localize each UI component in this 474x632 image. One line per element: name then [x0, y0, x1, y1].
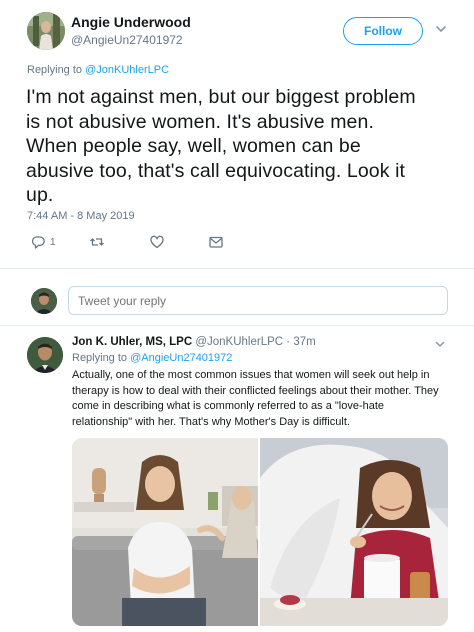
- replying-mention-link[interactable]: @JonKUhlerLPC: [85, 64, 169, 76]
- tweet-text-line: abusive too, that's call equivocating. L…: [26, 159, 406, 182]
- reply-composer: [0, 277, 474, 323]
- like-button[interactable]: [149, 234, 165, 252]
- avatar[interactable]: [27, 12, 65, 50]
- tweet-text-line: relationship" with her. That's why Mothe…: [72, 415, 350, 428]
- avatar-photo: [31, 288, 57, 314]
- author-handle[interactable]: @AngieUn27401972: [71, 33, 183, 47]
- tweet-text-line: When people say, well, women can be: [26, 135, 361, 157]
- replying-to: Replying to @JonKUhlerLPC: [27, 64, 169, 76]
- tweet-text: Actually, one of the most common issues …: [72, 368, 454, 430]
- follow-button[interactable]: Follow: [343, 17, 423, 45]
- tweet-text-line: up.: [26, 184, 54, 206]
- retweet-button[interactable]: [89, 234, 105, 252]
- like-icon: [150, 235, 164, 249]
- message-button[interactable]: [208, 234, 224, 252]
- media-photo-right[interactable]: [260, 438, 448, 626]
- divider: [0, 268, 474, 269]
- replying-to: Replying to @AngieUn27401972: [72, 352, 232, 364]
- reply-button[interactable]: 1: [30, 234, 56, 252]
- tweet-text-line: Actually, one of the most common issues …: [72, 369, 430, 381]
- tweet-text: I'm not against men, but our biggest pro…: [26, 85, 466, 208]
- chevron-down-icon[interactable]: [434, 338, 446, 350]
- tweet-text-line: come in describing what is commonly refe…: [72, 400, 385, 413]
- avatar[interactable]: [31, 288, 57, 314]
- avatar[interactable]: [27, 337, 63, 373]
- retweet-icon: [90, 238, 104, 246]
- time-ago[interactable]: 37m: [293, 336, 315, 348]
- separator-dot: ·: [283, 336, 294, 348]
- tweet-text-line: therapy is how to deal with their confli…: [72, 384, 439, 397]
- timestamp[interactable]: 7:44 AM - 8 May 2019: [27, 210, 135, 222]
- author-handle[interactable]: @JonKUhlerLPC: [195, 336, 283, 348]
- replying-prefix: Replying to: [72, 352, 131, 364]
- tweet-text-line: is not abusive women. It's abusive men.: [26, 110, 374, 133]
- message-icon: [209, 236, 223, 248]
- reply-tweet: Jon K. Uhler, MS, LPC @JonKUhlerLPC · 37…: [0, 326, 474, 632]
- chevron-down-icon[interactable]: [434, 22, 448, 36]
- avatar-photo: [27, 337, 63, 373]
- reply-header: Jon K. Uhler, MS, LPC @JonKUhlerLPC · 37…: [72, 336, 316, 348]
- avatar-photo: [27, 12, 65, 50]
- author-name[interactable]: Jon K. Uhler, MS, LPC: [72, 336, 192, 348]
- reply-icon: [31, 236, 45, 249]
- reply-input[interactable]: [68, 286, 448, 315]
- replying-prefix: Replying to: [27, 64, 86, 76]
- tweet-text-line: I'm not against men, but our biggest pro…: [26, 86, 416, 108]
- replying-mention-link[interactable]: @AngieUn27401972: [130, 352, 232, 364]
- author-name[interactable]: Angie Underwood: [71, 14, 191, 30]
- media-grid: [72, 438, 448, 626]
- media-photo-left[interactable]: [72, 438, 258, 626]
- reply-count: 1: [50, 237, 56, 248]
- main-tweet: Angie Underwood @AngieUn27401972 Follow …: [0, 0, 474, 268]
